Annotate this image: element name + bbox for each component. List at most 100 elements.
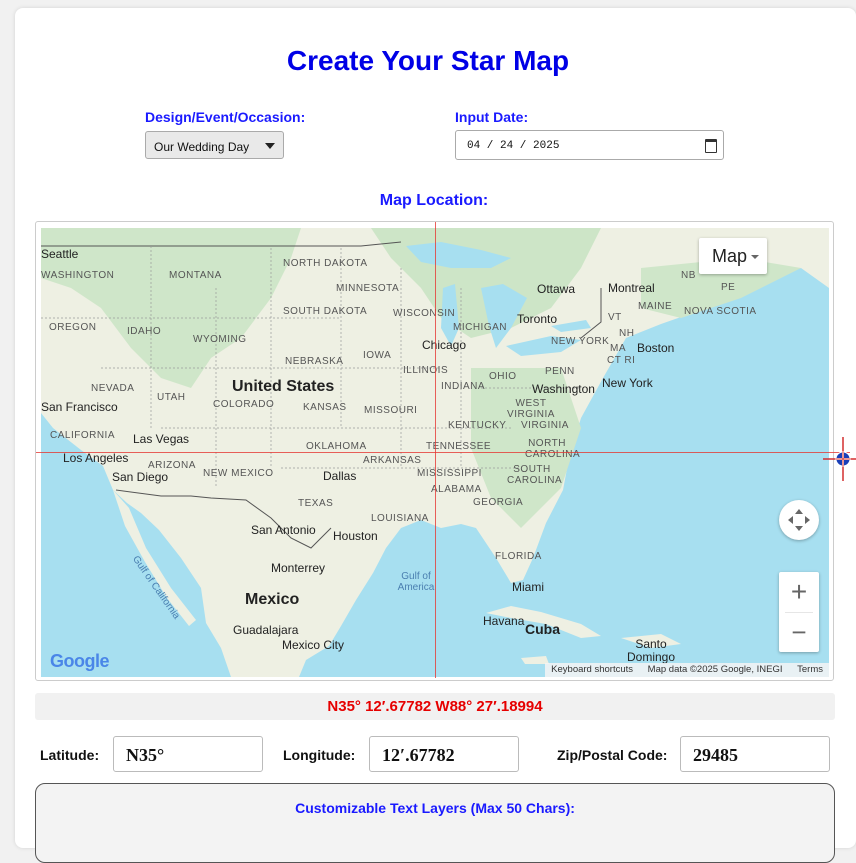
map-city-miami: Miami [512,580,544,594]
keyboard-shortcuts-link[interactable]: Keyboard shortcuts [545,663,639,676]
date-label: Input Date: [455,109,529,125]
map-type-label: Map [712,246,748,266]
design-select[interactable]: Our Wedding Day [145,131,284,159]
map-label-pe: PE [721,282,736,293]
map-footer: Keyboard shortcuts Map data ©2025 Google… [545,663,829,677]
map-city-new-york: New York [602,376,653,390]
map-label-new-york: NEW YORK [551,336,610,347]
map-label-north-dakota: NORTH DAKOTA [283,258,368,269]
map-city-washington: Washington [532,382,595,396]
crosshair-horizontal-line [36,452,850,453]
design-label: Design/Event/Occasion: [145,109,306,125]
longitude-label: Longitude: [283,747,356,763]
map-label-utah: UTAH [157,392,186,403]
map-label-georgia: GEORGIA [473,497,524,508]
map-label-indiana: INDIANA [441,381,486,392]
map-city-houston: Houston [333,529,378,543]
design-select-value: Our Wedding Day [154,140,250,154]
terms-link[interactable]: Terms [791,663,829,676]
map-city-san-diego: San Diego [112,470,169,484]
map-label-nb: NB [681,270,696,281]
map-label-south-carolina: SOUTH CAROLINA [507,464,563,486]
map-city-san-francisco: San Francisco [41,400,118,414]
map-label-ohio: OHIO [489,371,517,382]
map-label-colorado: COLORADO [213,399,275,410]
map-label-nebraska: NEBRASKA [285,356,344,367]
zip-field[interactable]: 29485 [680,736,830,772]
map-city-boston: Boston [637,341,675,355]
map-label-illinois: ILLINOIS [403,365,449,376]
google-logo: Google [50,651,110,671]
map-label-arkansas: ARKANSAS [363,455,422,466]
pan-arrows-icon [788,509,810,531]
date-input-value: 04 / 24 / 2025 [467,140,560,152]
map-label-new-mexico: NEW MEXICO [203,468,274,479]
map-label-mexico: Mexico [245,591,300,608]
map-type-button[interactable]: Map [699,238,767,274]
map-city-chicago: Chicago [422,338,467,352]
zoom-out-button[interactable]: − [779,612,819,652]
date-input[interactable]: 04 / 24 / 2025 [455,130,724,160]
map-label-idaho: IDAHO [127,326,162,337]
map-city-san-antonio: San Antonio [251,523,316,537]
coordinates-display: N35° 12′.67782 W88° 27′.18994 [35,693,835,720]
map-city-ottawa: Ottawa [537,282,576,296]
map-label-louisiana: LOUISIANA [371,513,429,524]
map-city-los-angeles: Los Angeles [63,451,129,465]
map-label-washington: WASHINGTON [41,270,115,281]
map-label-wyoming: WYOMING [193,334,247,345]
map-city-guadalajara: Guadalajara [233,623,299,637]
map-label-maine: MAINE [638,301,673,312]
map-water-gulf-of-america: Gulf of America [397,571,435,593]
chevron-down-icon [265,143,275,149]
chevron-down-icon [751,255,759,259]
map-data-attribution: Map data ©2025 Google, INEGI [647,664,783,675]
map-city-mexico-city: Mexico City [282,638,345,652]
map-label-michigan: MICHIGAN [453,322,507,333]
map-label-texas: TEXAS [298,498,334,509]
longitude-field[interactable]: 12′.67782 [369,736,519,772]
text-layers-panel: Customizable Text Layers (Max 50 Chars): [35,783,835,863]
map-label-kansas: KANSAS [303,402,347,413]
map-city-dallas: Dallas [323,469,357,483]
map-label-north-carolina: NORTH CAROLINA [525,438,581,460]
map-label-missouri: MISSOURI [364,405,418,416]
map-location-label: Map Location: [379,192,489,209]
map-label-vt: VT [608,312,622,323]
map-label-iowa: IOWA [363,350,392,361]
map-label-california: CALIFORNIA [50,430,116,441]
map-label-united-states: United States [232,378,335,395]
map-city-montreal: Montreal [608,281,655,295]
map-label-south-dakota: SOUTH DAKOTA [283,306,368,317]
map-city-havana: Havana [483,614,525,628]
latitude-label: Latitude: [40,747,100,763]
page-title: Create Your Star Map [286,45,570,76]
zoom-in-button[interactable]: + [779,572,819,612]
map-label-oregon: OREGON [49,322,97,333]
map-city-las-vegas: Las Vegas [133,432,190,446]
map-label-nh: NH [619,328,635,339]
map-label-minnesota: MINNESOTA [336,283,400,294]
map-city-seattle: Seattle [41,247,79,261]
zoom-divider [785,612,813,613]
map-label-wisconsin: WISCONSIN [393,308,456,319]
map-label-oklahoma: OKLAHOMA [306,441,367,452]
calendar-icon[interactable] [705,139,717,153]
map-city-santo-domingo: Santo Domingo [626,637,676,664]
map-label-nova-scotia: NOVA SCOTIA [684,306,757,317]
zip-label: Zip/Postal Code: [557,747,668,763]
map-label-west-virginia: WEST VIRGINIA [507,398,555,420]
map-label-virginia: VIRGINIA [521,420,569,431]
pan-control-button[interactable] [779,500,819,540]
map-label-florida: FLORIDA [495,551,542,562]
map-label-ct-ri: CT RI [607,355,636,366]
map-city-monterrey: Monterrey [271,561,326,575]
zoom-control: + − [779,572,819,652]
map-label-ma: MA [610,343,626,354]
map-label-cuba: Cuba [525,621,560,637]
text-layers-heading: Customizable Text Layers (Max 50 Chars): [295,800,575,816]
map-label-montana: MONTANA [169,270,222,281]
latitude-field[interactable]: N35° [113,736,263,772]
crosshair-target-icon[interactable] [823,437,856,481]
map-label-nevada: NEVADA [91,383,135,394]
